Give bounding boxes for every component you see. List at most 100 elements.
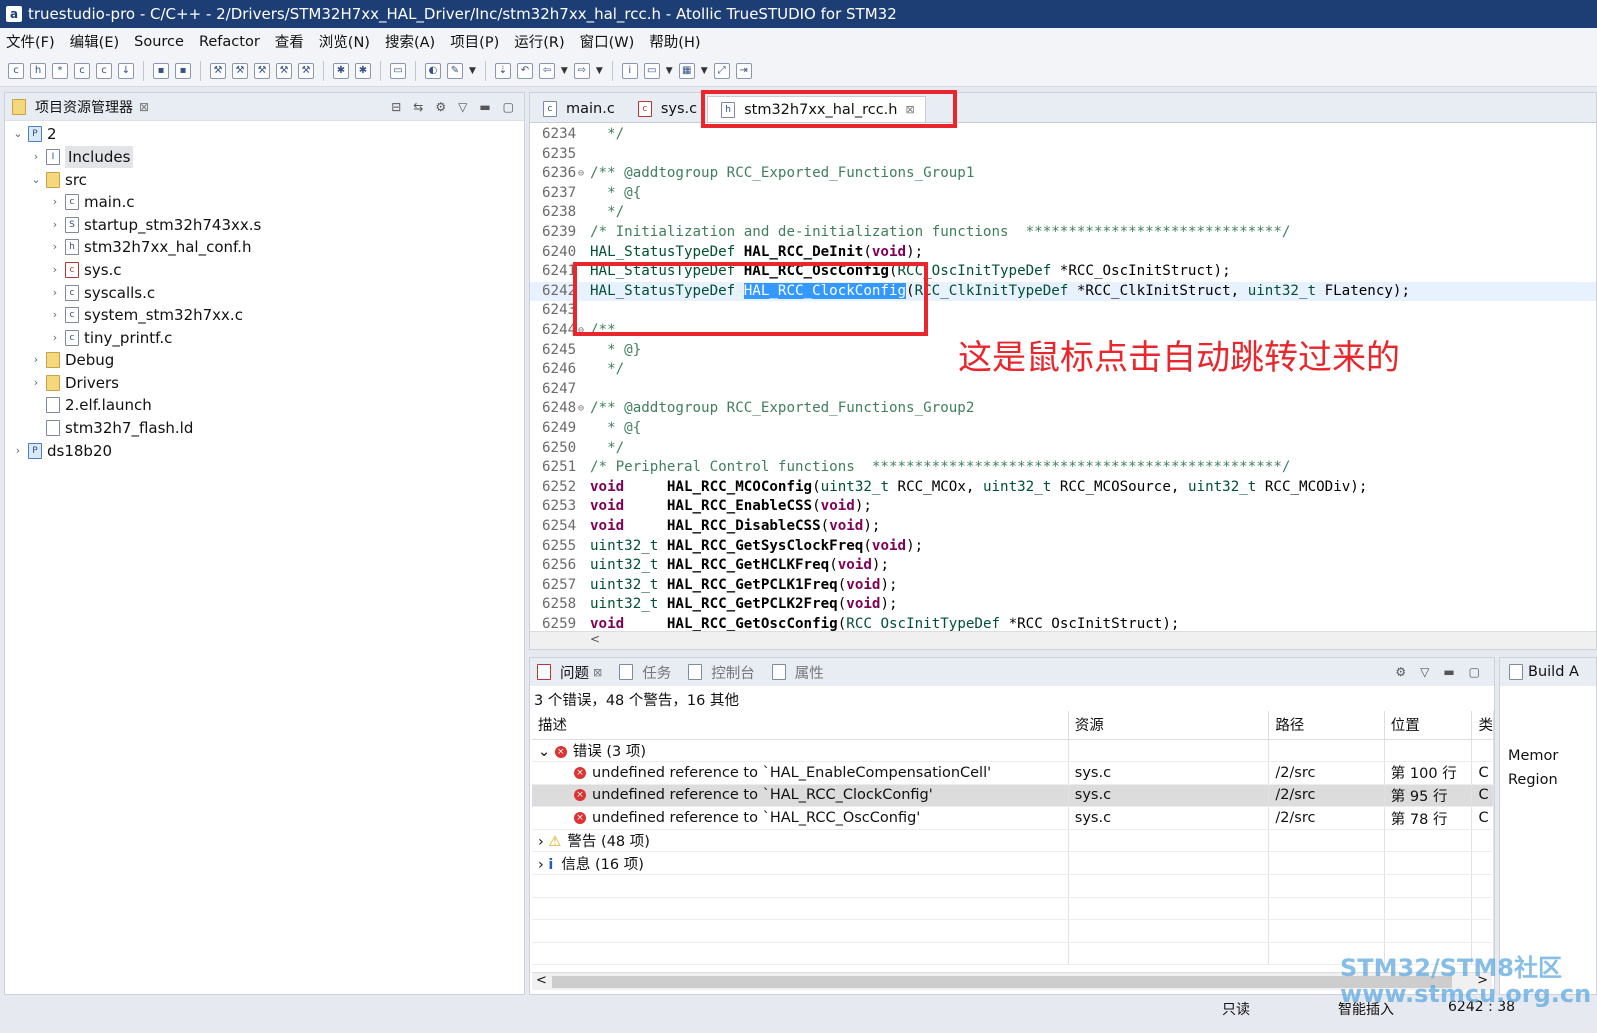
fold-toggle-icon[interactable]: ⊖ xyxy=(578,164,584,184)
code-line[interactable]: 6259 void HAL_RCC_GetOscConfig(RCC_OscIni… xyxy=(530,615,1596,631)
code-line[interactable]: 6240 HAL_StatusTypeDef HAL_RCC_DeInit(voi… xyxy=(530,243,1596,263)
tree-item-tiny-printf[interactable]: › c tiny_printf.c xyxy=(48,327,173,349)
code-line[interactable]: 6247 xyxy=(530,380,1596,400)
view-menu-icon[interactable]: ▽ xyxy=(1420,665,1429,679)
menu-project[interactable]: 项目(P) xyxy=(450,31,499,52)
rebuild-icon[interactable]: ⚒ xyxy=(254,62,270,79)
build-settings-icon[interactable]: ⚒ xyxy=(298,62,314,79)
code-line[interactable]: 6238 */ xyxy=(530,203,1596,223)
menu-edit[interactable]: 编辑(E) xyxy=(70,31,119,52)
build-all-icon[interactable]: ⚒ xyxy=(232,62,248,79)
chevron-right-icon[interactable]: › xyxy=(48,304,62,326)
new-class-icon[interactable]: * xyxy=(52,62,68,79)
tree-item-project-2[interactable]: ⌄ P 2 xyxy=(11,123,56,145)
table-row[interactable]: × undefined reference to `HAL_EnableCompe… xyxy=(532,761,1494,785)
minimize-icon[interactable]: ▬ xyxy=(1443,665,1454,679)
maximize-icon[interactable]: ▢ xyxy=(1469,665,1480,679)
table-row[interactable]: × undefined reference to `HAL_RCC_ClockCo… xyxy=(532,784,1494,808)
filter-icon[interactable]: ⚙ xyxy=(435,100,446,114)
scrollbar-thumb[interactable] xyxy=(552,976,1452,988)
new-source-folder-icon[interactable]: c xyxy=(74,62,90,79)
build-analyzer-tab[interactable]: Build A xyxy=(1500,658,1596,686)
menu-navigate[interactable]: 浏览(N) xyxy=(319,31,370,52)
column-header-description[interactable]: 描述 xyxy=(532,711,1069,740)
tree-item-elf-launch[interactable]: 2.elf.launch xyxy=(29,394,152,416)
view-menu-icon[interactable]: ▽ xyxy=(458,100,467,114)
new-file-icon[interactable]: c xyxy=(96,62,112,79)
chevron-right-icon[interactable]: › xyxy=(538,834,544,850)
chevron-right-icon[interactable]: › xyxy=(11,440,25,462)
editor-horizontal-scrollbar[interactable]: < xyxy=(530,631,1596,649)
tree-item-hal-conf[interactable]: › h stm32h7xx_hal_conf.h xyxy=(48,236,252,258)
chevron-down-icon[interactable]: ▼ xyxy=(666,66,673,76)
menu-help[interactable]: 帮助(H) xyxy=(649,31,700,52)
terminal-icon[interactable]: ▭ xyxy=(390,62,406,79)
code-line[interactable]: 6256 uint32_t HAL_RCC_GetHCLKFreq(void); xyxy=(530,556,1596,576)
column-header-type[interactable]: 类 xyxy=(1471,711,1494,740)
fold-toggle-icon[interactable]: ⊖ xyxy=(578,399,584,419)
chevron-right-icon[interactable]: › xyxy=(48,259,62,281)
save-all-icon[interactable]: ▪ xyxy=(175,62,191,79)
code-line[interactable]: 6248 ⊖ /** @addtogroup RCC_Exported_Functi… xyxy=(530,399,1596,419)
chevron-down-icon[interactable]: ⌄ xyxy=(538,744,550,760)
chevron-right-icon[interactable]: › xyxy=(29,349,43,371)
column-header-resource[interactable]: 资源 xyxy=(1068,711,1270,740)
menu-search[interactable]: 搜索(A) xyxy=(385,31,435,52)
group-row-warnings[interactable]: › ⚠ 警告 (48 项) xyxy=(532,829,1494,853)
debug-icon[interactable]: ✱ xyxy=(333,62,349,79)
group-row-info[interactable]: › i 信息 (16 项) xyxy=(532,851,1494,876)
tree-item-ds18b20[interactable]: › P ds18b20 xyxy=(11,440,112,462)
window-icon[interactable]: ▭ xyxy=(643,62,660,79)
tree-item-includes[interactable]: › I Includes xyxy=(29,146,134,168)
tree-item-src[interactable]: ⌄ src xyxy=(29,169,87,191)
tree-item-syscalls[interactable]: › c syscalls.c xyxy=(48,282,155,304)
fullscreen-icon[interactable]: ⤢ xyxy=(713,62,730,79)
code-line[interactable]: 6239 /* Initialization and de-initializat… xyxy=(530,223,1596,243)
code-line[interactable]: 6236 ⊖ /** @addtogroup RCC_Exported_Functi… xyxy=(530,164,1596,184)
grid-icon[interactable]: ▦ xyxy=(678,62,695,79)
exit-icon[interactable]: ⇥ xyxy=(735,62,752,79)
new-header-icon[interactable]: h xyxy=(30,62,46,79)
chevron-down-icon[interactable]: ⌄ xyxy=(11,123,25,145)
code-line[interactable]: 6235 xyxy=(530,145,1596,165)
tab-tasks[interactable]: 任务 xyxy=(616,662,671,683)
tab-problems[interactable]: 问题 ⊠ xyxy=(534,662,602,683)
tree-item-sys-c[interactable]: › c sys.c xyxy=(48,259,122,281)
forward-arrow-icon[interactable]: ⇨ xyxy=(573,62,590,79)
clean-icon[interactable]: ⚒ xyxy=(276,62,292,79)
group-row-errors[interactable]: ⌄ × 错误 (3 项) xyxy=(532,739,1494,763)
chevron-right-icon[interactable]: › xyxy=(48,282,62,304)
code-line[interactable]: 6250 */ xyxy=(530,439,1596,459)
chevron-right-icon[interactable]: › xyxy=(48,191,62,213)
link-editor-icon[interactable]: ⇆ xyxy=(413,100,423,114)
open-type-icon[interactable]: ◐ xyxy=(425,62,441,79)
tree-item-main-c[interactable]: › c main.c xyxy=(48,191,135,213)
chevron-right-icon[interactable]: › xyxy=(29,372,43,394)
tree-item-startup[interactable]: › S startup_stm32h743xx.s xyxy=(48,214,262,236)
chevron-right-icon[interactable]: › xyxy=(48,214,62,236)
chevron-down-icon[interactable]: ▼ xyxy=(701,66,708,76)
chevron-right-icon[interactable]: › xyxy=(29,146,43,168)
menu-window[interactable]: 窗口(W) xyxy=(580,31,635,52)
tree-item-debug[interactable]: › Debug xyxy=(29,349,115,371)
chevron-down-icon[interactable]: ▼ xyxy=(469,66,476,76)
menu-view[interactable]: 查看 xyxy=(275,31,304,52)
tree-item-system[interactable]: › c system_stm32h7xx.c xyxy=(48,304,243,326)
tab-sys-c[interactable]: c sys.c xyxy=(625,96,707,122)
minimize-icon[interactable]: ▬ xyxy=(479,100,490,114)
last-edit-icon[interactable]: ↶ xyxy=(516,62,533,79)
code-line[interactable]: 6234 */ xyxy=(530,125,1596,145)
tab-main-c[interactable]: c main.c xyxy=(530,96,625,122)
chevron-right-icon[interactable]: › xyxy=(538,857,544,873)
scroll-left-icon[interactable]: < xyxy=(590,632,600,646)
chevron-down-icon[interactable]: ▼ xyxy=(561,66,568,76)
close-icon[interactable]: ⊠ xyxy=(139,100,149,114)
chevron-down-icon[interactable]: ▼ xyxy=(596,66,603,76)
save-icon[interactable]: ▪ xyxy=(153,62,169,79)
code-line[interactable]: 6237 * @{ xyxy=(530,184,1596,204)
code-line[interactable]: 6255 uint32_t HAL_RCC_GetSysClockFreq(voi… xyxy=(530,537,1596,557)
code-line[interactable]: 6253 void HAL_RCC_EnableCSS(void); xyxy=(530,497,1596,517)
import-icon[interactable]: ↓ xyxy=(118,62,134,79)
menu-run[interactable]: 运行(R) xyxy=(514,31,564,52)
column-header-path[interactable]: 路径 xyxy=(1268,711,1385,740)
